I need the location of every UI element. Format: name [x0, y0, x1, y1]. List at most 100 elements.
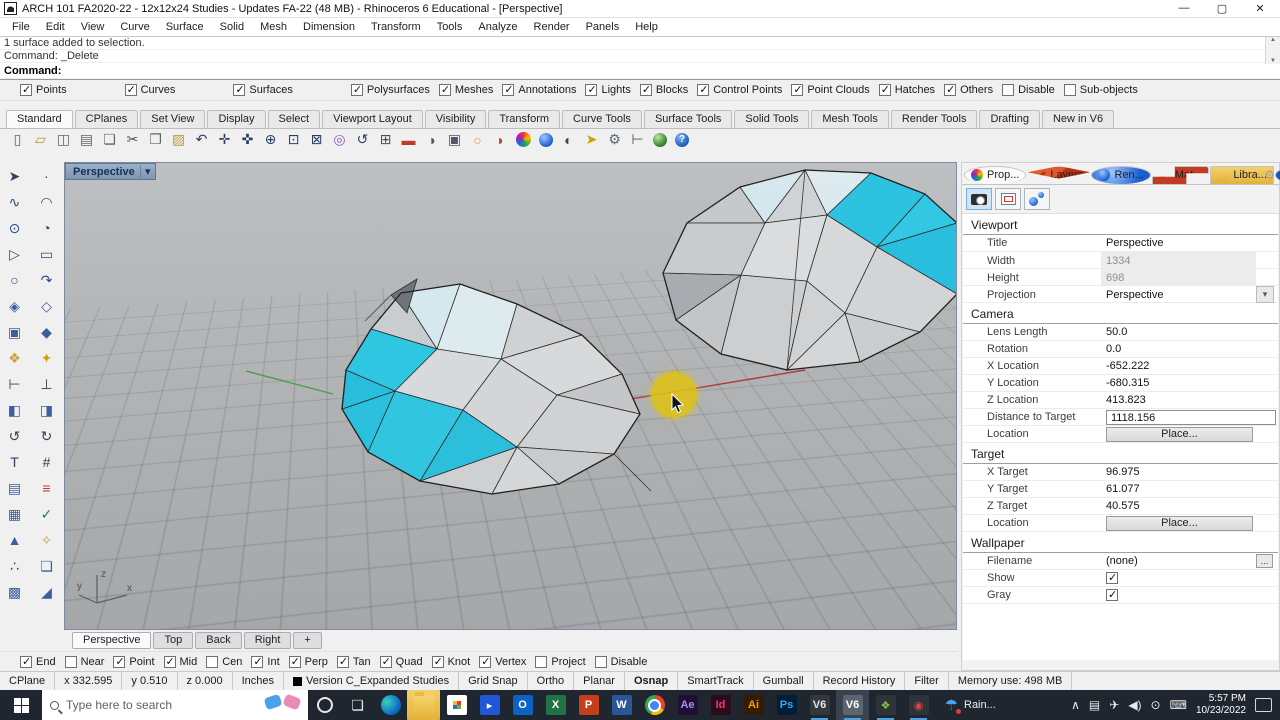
viewport-tab-top[interactable]: Top — [153, 632, 194, 649]
filter-others[interactable]: Others — [944, 83, 993, 96]
status-smarttrack[interactable]: SmartTrack — [678, 672, 754, 690]
checkbox-box[interactable] — [878, 83, 891, 96]
tab-surface-tools[interactable]: Surface Tools — [643, 110, 733, 128]
rainmeter-icon[interactable]: ☂ — [935, 690, 968, 720]
property-value[interactable] — [1101, 571, 1256, 586]
status-record-history[interactable]: Record History — [814, 672, 906, 690]
help-icon[interactable]: ? — [675, 132, 689, 147]
undo-icon[interactable]: ↶ — [192, 130, 211, 149]
surface-plane-icon[interactable]: ◈ — [2, 294, 27, 318]
mesh-tool-icon[interactable]: ▩ — [2, 580, 27, 604]
status-gumball[interactable]: Gumball — [754, 672, 814, 690]
scale-tool-icon[interactable]: ▲ — [2, 528, 27, 552]
property-value[interactable]: 50.0 50.0 — [1101, 325, 1256, 340]
add-viewport-tab[interactable]: + — [293, 632, 322, 649]
after-effects-icon[interactable]: Ae — [671, 690, 704, 720]
point-tool-icon[interactable]: ∙ — [34, 164, 59, 188]
checkbox-box[interactable] — [336, 655, 349, 668]
status-cplane[interactable]: CPlane — [0, 672, 56, 690]
airplane-mode-icon[interactable]: ✈ — [1109, 698, 1119, 712]
property-value[interactable] — [1101, 588, 1256, 603]
filter-meshes[interactable]: Meshes — [438, 83, 493, 96]
osnap-disable[interactable]: Disable — [594, 655, 647, 668]
array-tool-icon[interactable]: ▦ — [2, 502, 27, 526]
checkbox-box[interactable] — [1002, 84, 1015, 96]
tab-display[interactable]: Display — [207, 110, 266, 128]
viewport-properties-button[interactable] — [966, 188, 992, 210]
checkbox-box[interactable] — [233, 83, 246, 96]
menu-item[interactable]: File — [4, 20, 38, 34]
tab-new-in-v6[interactable]: New in V6 — [1041, 110, 1115, 128]
powerpoint-icon[interactable]: P — [572, 690, 605, 720]
boolean-difference-icon[interactable]: ✦ — [34, 346, 59, 370]
copy-icon[interactable]: ❐ — [146, 130, 165, 149]
panel-tab-rendering[interactable]: Ren... — [1091, 166, 1151, 184]
filter-hatches[interactable]: Hatches — [878, 83, 935, 96]
filter-blocks[interactable]: Blocks — [639, 83, 688, 96]
outlook-icon[interactable]: O — [506, 690, 539, 720]
status-grid-snap[interactable]: Grid Snap — [459, 672, 528, 690]
block-tool-icon[interactable]: ◢ — [34, 580, 59, 604]
filter-annotations[interactable]: Annotations — [502, 83, 576, 96]
object-properties-button[interactable] — [1024, 188, 1050, 210]
hide-objects-icon[interactable]: ◑ — [422, 130, 441, 149]
menu-item[interactable]: Analyze — [470, 20, 525, 34]
status-memory-use[interactable]: Memory use: 498 MB — [949, 672, 1073, 690]
filter-point-clouds[interactable]: Point Clouds — [791, 83, 870, 96]
osnap-quad[interactable]: Quad — [379, 655, 423, 668]
osnap-project[interactable]: Project — [535, 655, 586, 668]
filter-surfaces[interactable]: Surfaces — [233, 83, 293, 96]
start-button[interactable] — [0, 690, 42, 720]
checkbox-box[interactable] — [20, 655, 32, 668]
cut-icon[interactable]: ✂ — [123, 130, 142, 149]
property-value[interactable]: 1118.156 1118.156 — [1101, 409, 1276, 425]
copy-view-icon[interactable]: ❏ — [100, 130, 119, 149]
viewport-tab-perspective[interactable]: Perspective — [72, 632, 152, 649]
status-filter[interactable]: Filter — [905, 672, 949, 690]
zoom-dynamic-icon[interactable]: ⊕ — [261, 130, 280, 149]
menu-item[interactable]: Mesh — [252, 20, 295, 34]
indesign-icon[interactable]: Id — [704, 690, 737, 720]
arc-tool-icon[interactable]: ◔ — [34, 216, 59, 240]
detail-properties-button[interactable] — [995, 188, 1021, 210]
property-value[interactable]: -680.315 -680.315 — [1101, 376, 1256, 391]
tab-standard[interactable]: Standard — [6, 110, 73, 128]
trim-tool-icon[interactable]: ↺ — [2, 424, 27, 448]
taskbar-clock[interactable]: 5:57 PM 10/23/2022 — [1196, 693, 1246, 718]
join-tool-icon[interactable]: ▤ — [2, 476, 27, 500]
mesh-object-left[interactable] — [341, 278, 652, 495]
circle-tool-icon[interactable]: ⊙ — [2, 216, 27, 240]
selection-cursor-icon[interactable]: ➤ — [582, 130, 601, 149]
filter-sub-objects[interactable]: Sub-objects — [1063, 84, 1138, 96]
menu-item[interactable]: Surface — [158, 20, 212, 34]
sphere-tool-icon[interactable]: ◆ — [34, 320, 59, 344]
property-value[interactable]: 40.575 40.575 — [1101, 499, 1256, 514]
status-ortho[interactable]: Ortho — [528, 672, 575, 690]
safely-remove-icon[interactable]: ⊙ — [1151, 698, 1161, 712]
checkbox-box[interactable] — [594, 655, 607, 668]
status-osnap[interactable]: Osnap — [625, 672, 679, 690]
delete-icon[interactable]: ▬ — [399, 130, 418, 149]
curve-tool-icon[interactable]: ∿ — [2, 190, 27, 214]
property-value[interactable]: -652.222 -652.222 — [1101, 359, 1256, 374]
new-file-icon[interactable]: ▯ — [8, 130, 27, 149]
move-icon[interactable]: ✜ — [238, 130, 257, 149]
explode-tool-icon[interactable]: ≡ — [34, 476, 59, 500]
chrome-icon[interactable] — [638, 690, 671, 720]
panel-tab-layers[interactable]: Layers — [1027, 166, 1091, 179]
tab-set-view[interactable]: Set View — [140, 110, 206, 128]
checkbox-box[interactable] — [535, 655, 548, 668]
checkbox-box[interactable] — [113, 655, 126, 668]
checkbox-box[interactable] — [350, 83, 363, 96]
property-value[interactable]: 0.0 0.0 — [1101, 342, 1256, 357]
checkbox-box[interactable] — [431, 655, 444, 668]
chamfer-tool-icon[interactable]: ◨ — [34, 398, 59, 422]
menu-item[interactable]: Render — [526, 20, 578, 34]
save-icon[interactable]: ◫ — [54, 130, 73, 149]
osnap-int[interactable]: Int — [251, 655, 280, 668]
checkbox-box[interactable] — [791, 83, 804, 96]
viewport-layout-icon[interactable]: ⊞ — [376, 130, 395, 149]
menu-item[interactable]: Tools — [429, 20, 471, 34]
menu-item[interactable]: Curve — [112, 20, 157, 34]
menu-item[interactable]: Panels — [578, 20, 628, 34]
